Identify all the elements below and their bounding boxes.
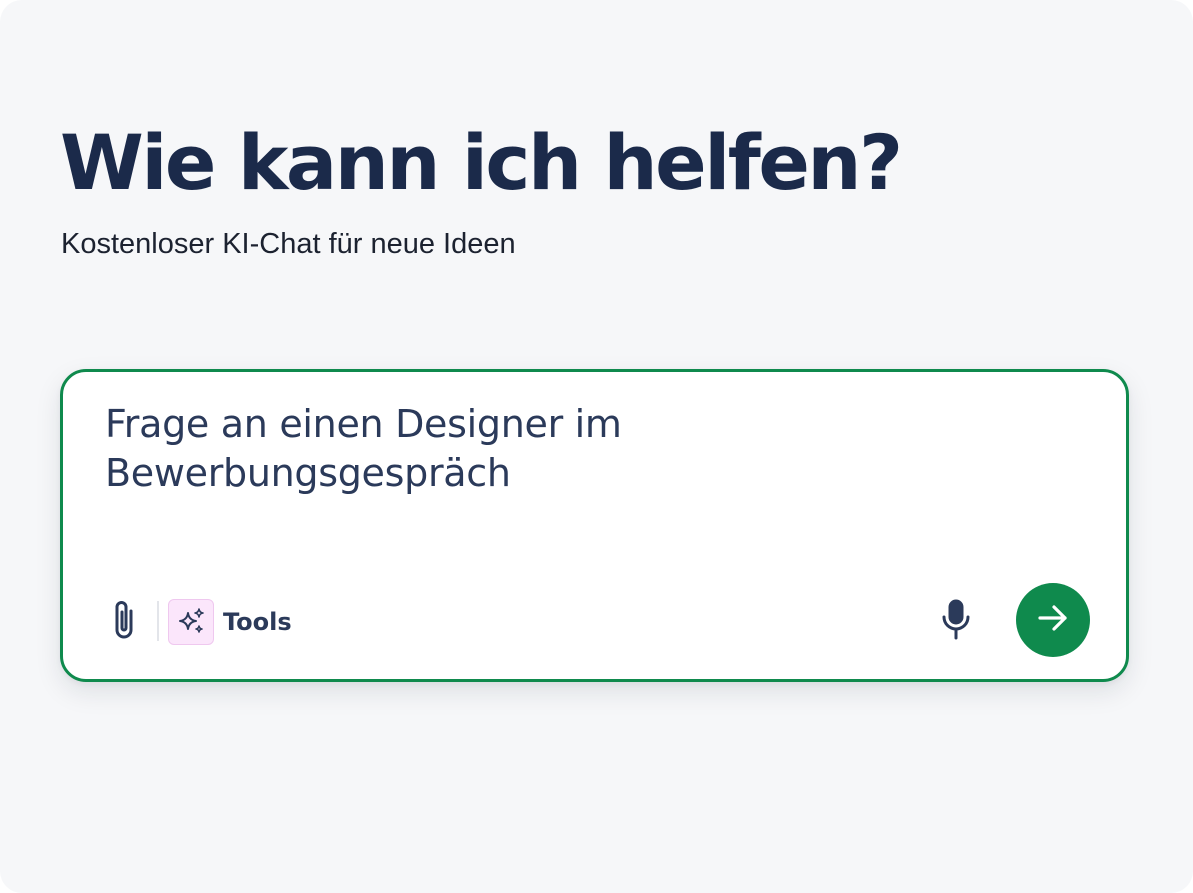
arrow-right-icon — [1036, 601, 1070, 640]
attach-button[interactable] — [107, 597, 141, 647]
page-title: Wie kann ich helfen? — [60, 118, 903, 207]
send-button[interactable] — [1016, 583, 1090, 657]
chat-input[interactable]: Frage an einen Designer im Bewerbungsges… — [105, 400, 745, 498]
tools-button[interactable]: Tools — [168, 597, 292, 647]
sparkles-icon — [168, 599, 214, 645]
tools-label: Tools — [223, 608, 292, 636]
paperclip-icon — [109, 597, 139, 648]
toolbar-divider — [157, 601, 159, 641]
page: Wie kann ich helfen? Kostenloser KI-Chat… — [0, 0, 1193, 893]
page-subtitle: Kostenloser KI-Chat für neue Ideen — [61, 228, 516, 260]
microphone-icon — [939, 598, 973, 647]
chat-input-box: Frage an einen Designer im Bewerbungsges… — [60, 369, 1129, 682]
microphone-button[interactable] — [933, 597, 979, 647]
